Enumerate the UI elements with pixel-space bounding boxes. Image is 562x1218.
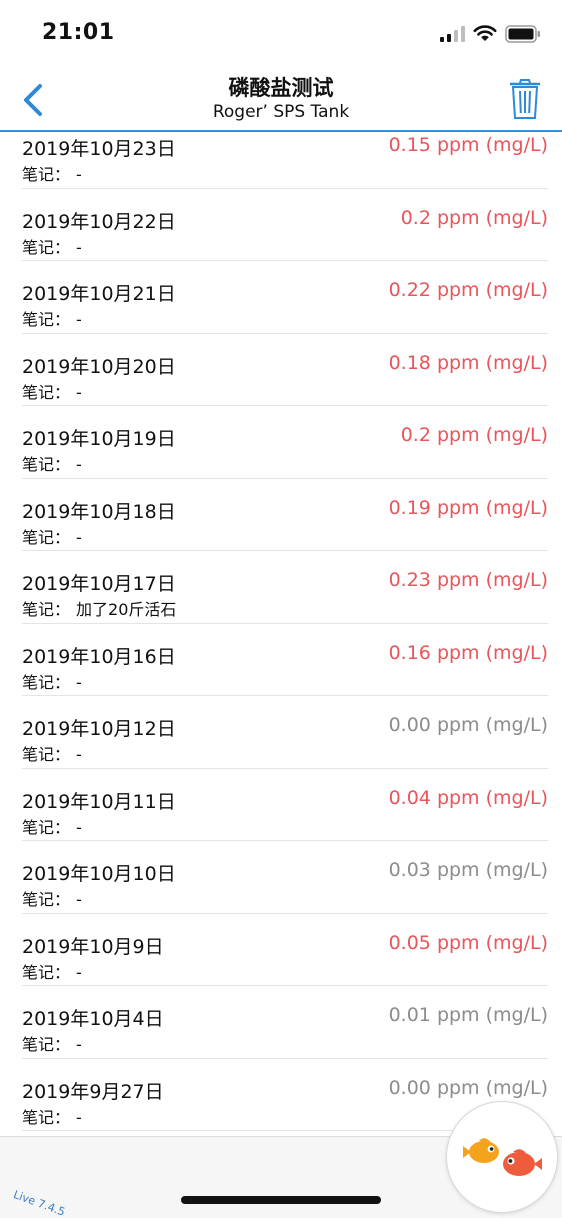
entry-date: 2019年10月4日 (22, 1008, 164, 1030)
entry-date: 2019年9月27日 (22, 1080, 164, 1103)
entry-value: 0.03 ppm (mg/L) (388, 859, 548, 881)
status-time: 21:01 (42, 20, 115, 45)
entry-value: 0.00 ppm (mg/L) (388, 1076, 548, 1099)
test-entry-row[interactable]: 2019年10月10日 0.03 ppm (mg/L) 笔记： - (22, 841, 548, 914)
note-text: - (76, 817, 82, 837)
entry-value: 0.05 ppm (mg/L) (388, 931, 548, 954)
note-text: - (76, 165, 82, 184)
entry-note: 笔记： - (22, 886, 82, 910)
test-entry-row[interactable]: 2019年10月17日 0.23 ppm (mg/L) 笔记： 加了20斤活石 (22, 551, 548, 624)
entry-date: 2019年10月10日 (22, 863, 176, 885)
test-entry-row[interactable]: 2019年10月9日 0.05 ppm (mg/L) 笔记： - (22, 914, 548, 986)
note-label: 笔记： (22, 455, 71, 474)
note-label: 笔记： (22, 237, 71, 257)
entry-value: 0.01 ppm (mg/L) (388, 1004, 548, 1026)
test-entry-row[interactable]: 2019年10月11日 0.04 ppm (mg/L) 笔记： - (22, 769, 548, 841)
note-text: - (76, 672, 82, 692)
fish-logo-icon (463, 1138, 542, 1176)
test-entry-row[interactable]: 2019年10月20日 0.18 ppm (mg/L) 笔记： - (22, 334, 548, 406)
note-text: - (76, 745, 82, 764)
test-entry-row[interactable]: 2019年10月16日 0.16 ppm (mg/L) 笔记： - (22, 624, 548, 696)
entry-date: 2019年10月16日 (22, 645, 176, 668)
note-text: - (76, 962, 82, 982)
note-label: 笔记： (22, 890, 71, 909)
note-label: 笔记： (22, 1035, 71, 1054)
note-label: 笔记： (22, 600, 71, 619)
entry-date: 2019年10月9日 (22, 935, 164, 958)
entry-value: 0.22 ppm (mg/L) (388, 279, 548, 301)
note-text: - (76, 1107, 82, 1127)
entry-note: 笔记： - (22, 1031, 82, 1055)
test-entry-row[interactable]: 2019年10月12日 0.00 ppm (mg/L) 笔记： - (22, 696, 548, 769)
page-subtitle: Roger’ SPS Tank (212, 102, 350, 122)
note-text: - (76, 310, 82, 329)
entry-note: 笔记： - (22, 814, 82, 838)
entry-value: 0.00 ppm (mg/L) (388, 714, 548, 736)
status-bar: 21:01 (0, 0, 562, 66)
note-label: 笔记： (22, 1107, 71, 1127)
entry-date: 2019年10月23日 (22, 138, 176, 160)
entry-note: 笔记： - (22, 524, 82, 548)
home-indicator (181, 1196, 381, 1204)
entry-note: 笔记： - (22, 306, 82, 330)
note-text: - (76, 455, 82, 474)
entry-value: 0.23 ppm (mg/L) (388, 569, 548, 591)
entry-value: 0.2 ppm (mg/L) (400, 424, 548, 446)
note-label: 笔记： (22, 962, 71, 982)
entry-note: 笔记： - (22, 1104, 82, 1128)
entry-date: 2019年10月11日 (22, 790, 176, 813)
entry-date: 2019年10月22日 (22, 210, 176, 233)
entry-date: 2019年10月19日 (22, 428, 176, 450)
entry-date: 2019年10月17日 (22, 573, 176, 595)
note-text: - (76, 527, 82, 547)
entry-date: 2019年10月21日 (22, 283, 176, 305)
entry-date: 2019年10月20日 (22, 355, 176, 378)
entry-value: 0.2 ppm (mg/L) (400, 206, 548, 229)
entry-note: 笔记： 加了20斤活石 (22, 596, 176, 620)
note-label: 笔记： (22, 382, 71, 402)
entry-note: 笔记： - (22, 741, 82, 765)
note-text: 加了20斤活石 (76, 600, 177, 619)
note-label: 笔记： (22, 672, 71, 692)
entry-value: 0.19 ppm (mg/L) (388, 496, 548, 519)
entry-note: 笔记： - (22, 669, 82, 693)
note-label: 笔记： (22, 310, 71, 329)
entry-value: 0.15 ppm (mg/L) (388, 134, 548, 156)
entry-value: 0.16 ppm (mg/L) (388, 641, 548, 664)
entry-value: 0.04 ppm (mg/L) (388, 786, 548, 809)
entry-value: 0.18 ppm (mg/L) (388, 351, 548, 374)
wifi-icon (473, 25, 497, 41)
entry-note: 笔记： - (22, 959, 82, 983)
test-entry-row[interactable]: 2019年10月22日 0.2 ppm (mg/L) 笔记： - (22, 189, 548, 261)
page-title: 磷酸盐测试 (228, 76, 334, 100)
note-label: 笔记： (22, 527, 71, 547)
test-entry-row[interactable]: 2019年10月4日 0.01 ppm (mg/L) 笔记： - (22, 986, 548, 1059)
note-text: - (76, 1035, 82, 1054)
test-entry-row[interactable]: 2019年10月19日 0.2 ppm (mg/L) 笔记： - (22, 406, 548, 479)
entry-date: 2019年10月18日 (22, 500, 176, 523)
fish-logo-button[interactable] (446, 1101, 558, 1213)
note-label: 笔记： (22, 817, 71, 837)
note-text: - (76, 382, 82, 402)
test-results-list: 2019年10月23日 0.15 ppm (mg/L) 笔记： -2019年10月22… (22, 116, 548, 1131)
entry-note: 笔记： - (22, 234, 82, 258)
trash-icon[interactable] (508, 78, 542, 120)
test-entry-row[interactable]: 2019年10月18日 0.19 ppm (mg/L) 笔记： - (22, 479, 548, 551)
signal-icon (440, 26, 465, 42)
entry-note: 笔记： - (22, 451, 82, 475)
note-text: - (76, 237, 82, 257)
note-text: - (76, 890, 82, 909)
test-entry-row[interactable]: 2019年10月21日 0.22 ppm (mg/L) 笔记： - (22, 261, 548, 334)
battery-icon (505, 25, 540, 43)
entry-note: 笔记： - (22, 379, 82, 403)
entry-note: 笔记： - (22, 161, 82, 185)
note-label: 笔记： (22, 165, 71, 184)
note-label: 笔记： (22, 745, 71, 764)
navigation-bar: 磷酸盐测试 Roger’ SPS Tank (0, 66, 562, 132)
entry-date: 2019年10月12日 (22, 718, 176, 740)
